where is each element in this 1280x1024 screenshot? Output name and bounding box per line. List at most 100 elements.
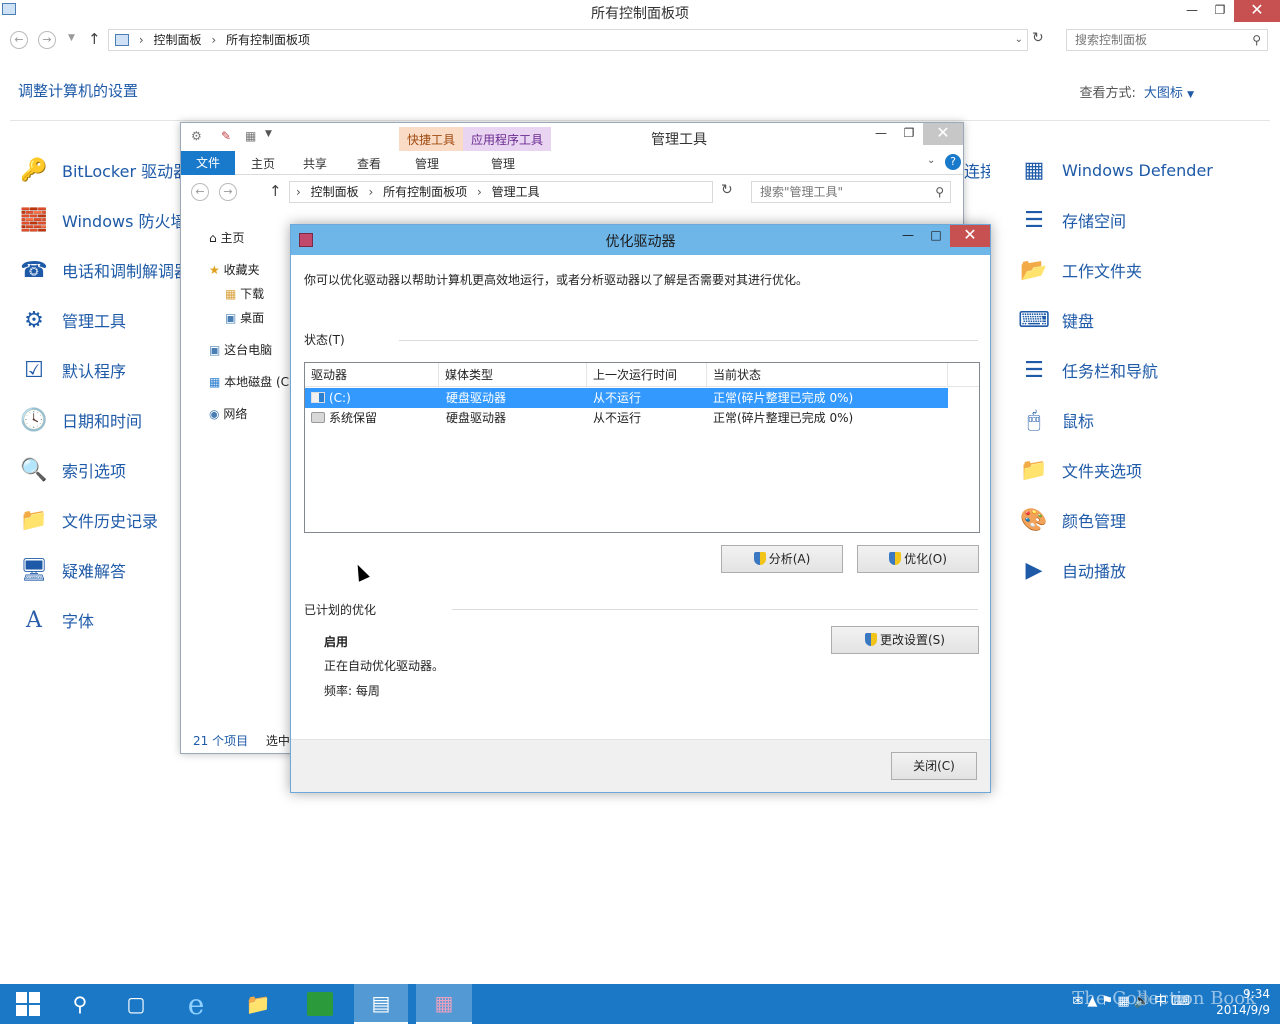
cp-item-mouse[interactable]: 🖱 鼠标 (1018, 402, 1094, 438)
change-settings-button[interactable]: 更改设置(S) (831, 626, 979, 654)
cp-item-connection-partial[interactable]: 连接 (964, 152, 990, 188)
crumb-all-items[interactable]: 所有控制面板项 (383, 185, 467, 199)
maximize-button[interactable]: ❐ (1206, 0, 1234, 22)
nav-this-pc[interactable]: ▣ 这台电脑 (209, 341, 272, 358)
crumb-admin-tools[interactable]: 管理工具 (492, 185, 540, 199)
column-current-status[interactable]: 当前状态 (707, 363, 948, 387)
control-panel-taskbar-icon[interactable]: ▤ (354, 984, 408, 1024)
close-button[interactable]: ✕ (1234, 0, 1280, 22)
ribbon-expand-icon[interactable]: ⌄ (927, 155, 935, 166)
cp-item-folder-options[interactable]: 📁 文件夹选项 (1018, 452, 1142, 488)
analyze-button[interactable]: 分析(A) (721, 545, 843, 573)
start-button[interactable] (0, 984, 56, 1024)
cp-item-color-management[interactable]: 🎨 颜色管理 (1018, 502, 1126, 538)
network-tray-icon[interactable]: ▦ (1117, 994, 1129, 1009)
cp-item-file-history[interactable]: 📁 文件历史记录 (18, 502, 158, 538)
defrag-taskbar-icon[interactable]: ▦ (416, 984, 472, 1024)
forward-icon[interactable]: → (38, 31, 56, 49)
up-icon[interactable]: ↑ (88, 30, 101, 48)
search-input[interactable]: 搜索控制面板 ⚲ (1066, 29, 1268, 51)
crumb-control-panel[interactable]: 控制面板 (311, 185, 359, 199)
internet-explorer-icon[interactable]: e (168, 984, 224, 1024)
table-row[interactable]: 系统保留 硬盘驱动器 从不运行 正常(碎片整理已完成 0%) (305, 408, 948, 428)
close-dialog-button[interactable]: 关闭(C) (891, 752, 977, 780)
cp-item-troubleshoot[interactable]: 🖥 疑难解答 (18, 552, 126, 588)
action-center-flag-icon[interactable]: ⚑ (1102, 994, 1114, 1009)
search-icon[interactable]: ⚲ (1252, 30, 1261, 50)
cp-item-autoplay[interactable]: ▶ 自动播放 (1018, 552, 1126, 588)
tab-view[interactable]: 查看 (357, 155, 381, 172)
cp-item-admin-tools[interactable]: ⚙ 管理工具 (18, 302, 126, 338)
tab-shortcut-tools[interactable]: 快捷工具 (399, 127, 464, 151)
address-dropdown-icon[interactable]: ⌄ (1015, 30, 1023, 50)
search-input[interactable]: 搜索"管理工具" ⚲ (751, 181, 951, 203)
refresh-icon[interactable]: ↻ (721, 182, 733, 198)
column-last-run[interactable]: 上一次运行时间 (587, 363, 707, 387)
new-folder-icon[interactable]: ▦ (245, 129, 256, 143)
cp-item-taskbar-nav[interactable]: ☰ 任务栏和导航 (1018, 352, 1158, 388)
crumb-control-panel[interactable]: 控制面板 (153, 33, 201, 47)
quick-access-icon[interactable]: ⚙ (191, 129, 202, 143)
keyboard-tray-icon[interactable]: ⌨ (1171, 994, 1190, 1009)
nav-local-disk[interactable]: ▦ 本地磁盘 (C (209, 373, 289, 390)
cp-item-date-time[interactable]: 🕓 日期和时间 (18, 402, 142, 438)
forward-icon[interactable]: → (219, 183, 237, 201)
cp-item-storage-spaces[interactable]: ☰ 存储空间 (1018, 202, 1126, 238)
cp-item-fonts[interactable]: A 字体 (18, 602, 94, 638)
show-hidden-icons-icon[interactable]: ▲ (1087, 994, 1097, 1009)
search-taskbar-icon[interactable]: ⚲ (52, 984, 108, 1024)
up-icon[interactable]: ↑ (269, 182, 282, 200)
tab-home[interactable]: 主页 (251, 155, 275, 172)
cp-item-default-programs[interactable]: ☑ 默认程序 (18, 352, 126, 388)
tab-app-tools[interactable]: 应用程序工具 (463, 127, 552, 151)
properties-icon[interactable]: ✎ (221, 129, 231, 143)
nav-network[interactable]: ◉ 网络 (209, 405, 247, 422)
back-icon[interactable]: ← (191, 183, 209, 201)
help-icon[interactable]: ? (945, 154, 961, 170)
notifications-icon[interactable]: ✉ (1072, 994, 1083, 1009)
tab-manage-shortcut[interactable]: 管理 (415, 155, 439, 172)
volume-icon[interactable]: 🔊 (1134, 994, 1150, 1009)
table-row[interactable]: (C:) 硬盘驱动器 从不运行 正常(碎片整理已完成 0%) (305, 388, 948, 408)
clock-date[interactable]: 2014/9/9 (1216, 1002, 1270, 1018)
minimize-button[interactable]: — (867, 123, 895, 145)
store-icon[interactable] (292, 984, 348, 1024)
nav-desktop[interactable]: ▣ 桌面 (225, 309, 264, 326)
breadcrumb[interactable]: › 控制面板 › 所有控制面板项 ⌄ (108, 29, 1028, 51)
column-media-type[interactable]: 媒体类型 (439, 363, 587, 387)
task-view-icon[interactable]: ▢ (108, 984, 164, 1024)
nav-home[interactable]: ⌂ 主页 (209, 229, 244, 246)
maximize-button[interactable]: ❐ (895, 123, 923, 145)
recent-chevron-icon[interactable]: ▼ (68, 33, 75, 43)
drives-list[interactable]: 驱动器 媒体类型 上一次运行时间 当前状态 (C:) 硬盘驱动器 从不运行 正常… (304, 362, 980, 533)
cp-item-phone-modem[interactable]: ☎ 电话和调制解调器 (18, 252, 190, 288)
nav-favorites[interactable]: ★ 收藏夹 (209, 261, 260, 278)
cp-item-indexing[interactable]: 🔍 索引选项 (18, 452, 126, 488)
cp-item-bitlocker[interactable]: 🔑 BitLocker 驱动器 (18, 152, 189, 188)
close-button[interactable]: ✕ (950, 225, 990, 247)
search-icon[interactable]: ⚲ (935, 182, 944, 202)
file-explorer-icon[interactable]: 📁 (230, 984, 286, 1024)
cp-item-firewall[interactable]: 🧱 Windows 防火墙 (18, 202, 186, 238)
view-by-dropdown[interactable]: 大图标 ▼ (1144, 86, 1194, 101)
maximize-button[interactable]: □ (922, 225, 950, 247)
column-drive[interactable]: 驱动器 (305, 363, 439, 387)
cp-item-keyboard[interactable]: ⌨ 键盘 (1018, 302, 1094, 338)
optimize-button[interactable]: 优化(O) (857, 545, 979, 573)
tab-file[interactable]: 文件 (181, 151, 235, 175)
clock-time[interactable]: 9:34 (1216, 986, 1270, 1002)
cp-item-defender[interactable]: ▦ Windows Defender (1018, 152, 1213, 188)
tab-share[interactable]: 共享 (303, 155, 327, 172)
ime-indicator[interactable]: 中 (1154, 994, 1167, 1009)
back-icon[interactable]: ← (10, 31, 28, 49)
nav-downloads[interactable]: ▦ 下载 (225, 285, 264, 302)
breadcrumb[interactable]: › 控制面板 › 所有控制面板项 › 管理工具 (289, 181, 713, 203)
refresh-icon[interactable]: ↻ (1032, 30, 1044, 46)
minimize-button[interactable]: — (894, 225, 922, 247)
tab-manage-app[interactable]: 管理 (491, 155, 515, 172)
close-button[interactable]: ✕ (923, 123, 963, 145)
crumb-all-items[interactable]: 所有控制面板项 (226, 33, 310, 47)
minimize-button[interactable]: — (1178, 0, 1206, 22)
cp-item-work-folders[interactable]: 📂 工作文件夹 (1018, 252, 1142, 288)
customize-chevron-icon[interactable]: ▼ (265, 129, 272, 139)
